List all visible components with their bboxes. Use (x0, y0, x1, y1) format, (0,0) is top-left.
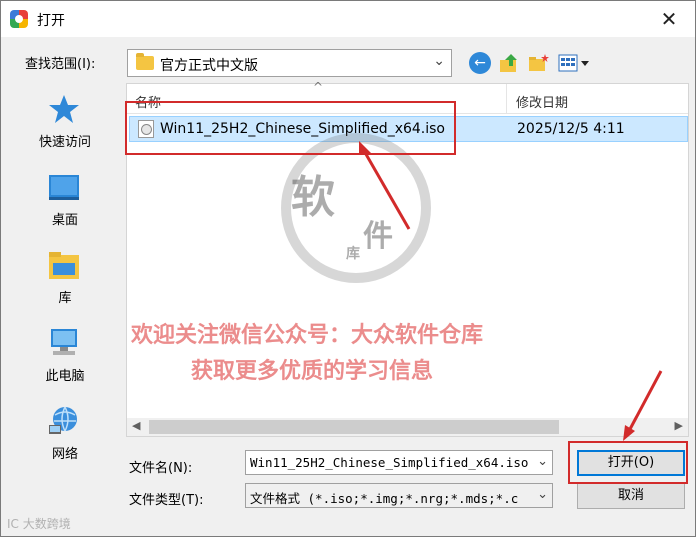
network-icon (49, 406, 77, 434)
place-label: 网络 (51, 447, 78, 462)
place-label: 快速访问 (38, 135, 91, 150)
corner-watermark: IC 大数跨境 (7, 517, 71, 531)
new-folder-icon (529, 54, 549, 71)
back-button[interactable]: ← (469, 52, 491, 74)
place-this-pc[interactable]: 此电脑 (9, 321, 121, 395)
annotation-arrow-open (623, 370, 663, 441)
look-in-value: 官方正式中文版 (160, 58, 258, 74)
promo-line-2: 获取更多优质的学习信息 (191, 359, 434, 384)
place-desktop[interactable]: 桌面 (9, 165, 121, 239)
place-label: 此电脑 (45, 369, 85, 384)
filetype-select[interactable]: 文件格式 (*.iso;*.img;*.nrg;*.mds;*.c ⌄ (245, 483, 553, 508)
view-menu-button[interactable] (558, 52, 592, 74)
star-icon (49, 95, 79, 123)
up-folder-icon (500, 54, 517, 72)
annotation-arrow-file (359, 141, 411, 230)
place-library[interactable]: 库 (9, 243, 121, 317)
scroll-left-icon[interactable]: ◀ (132, 419, 140, 432)
column-date-header[interactable]: 修改日期 (516, 92, 568, 111)
close-button[interactable]: ✕ (657, 7, 681, 31)
chevron-down-icon[interactable]: ⌄ (537, 487, 548, 502)
dialog-title: 打开 (37, 13, 65, 29)
up-folder-button[interactable] (498, 52, 520, 74)
desktop-icon (49, 175, 79, 200)
column-separator[interactable] (506, 84, 507, 114)
app-icon (10, 10, 28, 28)
place-quick-access[interactable]: 快速访问 (9, 87, 121, 161)
place-label: 桌面 (51, 213, 78, 228)
chevron-down-icon[interactable]: ⌄ (433, 53, 445, 69)
filetype-value: 文件格式 (*.iso;*.img;*.nrg;*.mds;*.c (250, 491, 519, 506)
open-file-dialog: 打开 ✕ 查找范围(I): 官方正式中文版 ⌄ ← 快速访问 桌面 库 此电脑 … (0, 0, 696, 537)
chevron-down-icon[interactable]: ⌄ (537, 454, 548, 469)
filetype-label: 文件类型(T): (129, 493, 204, 508)
horizontal-scrollbar[interactable]: ◀ ▶ (127, 418, 688, 436)
place-network[interactable]: 网络 (9, 399, 121, 473)
folder-icon (136, 53, 154, 70)
annotation-box-open (568, 441, 688, 484)
library-icon (49, 252, 79, 279)
computer-icon (51, 329, 77, 355)
look-in-label: 查找范围(I): (25, 57, 96, 72)
place-label: 库 (58, 291, 72, 306)
filename-value: Win11_25H2_Chinese_Simplified_x64.iso (250, 455, 529, 470)
promo-line-1: 欢迎关注微信公众号：大众软件仓库 (131, 323, 484, 348)
watermark-char: 软 (291, 172, 335, 223)
watermark-char: 库 (346, 246, 360, 262)
file-date: 2025/12/5 4:11 (517, 121, 625, 137)
sort-caret-icon: ^ (313, 80, 324, 94)
look-in-combobox[interactable]: 官方正式中文版 ⌄ (127, 49, 452, 77)
view-grid-icon (558, 54, 589, 72)
places-bar: 快速访问 桌面 库 此电脑 网络 (9, 87, 121, 527)
scrollbar-thumb[interactable] (149, 420, 559, 434)
title-bar: 打开 ✕ (1, 1, 695, 37)
new-folder-button[interactable] (528, 52, 550, 74)
cancel-button[interactable]: 取消 (577, 483, 685, 509)
filename-label: 文件名(N): (129, 461, 193, 476)
filename-input[interactable]: Win11_25H2_Chinese_Simplified_x64.iso ⌄ (245, 450, 553, 475)
scroll-right-icon[interactable]: ▶ (675, 419, 683, 432)
